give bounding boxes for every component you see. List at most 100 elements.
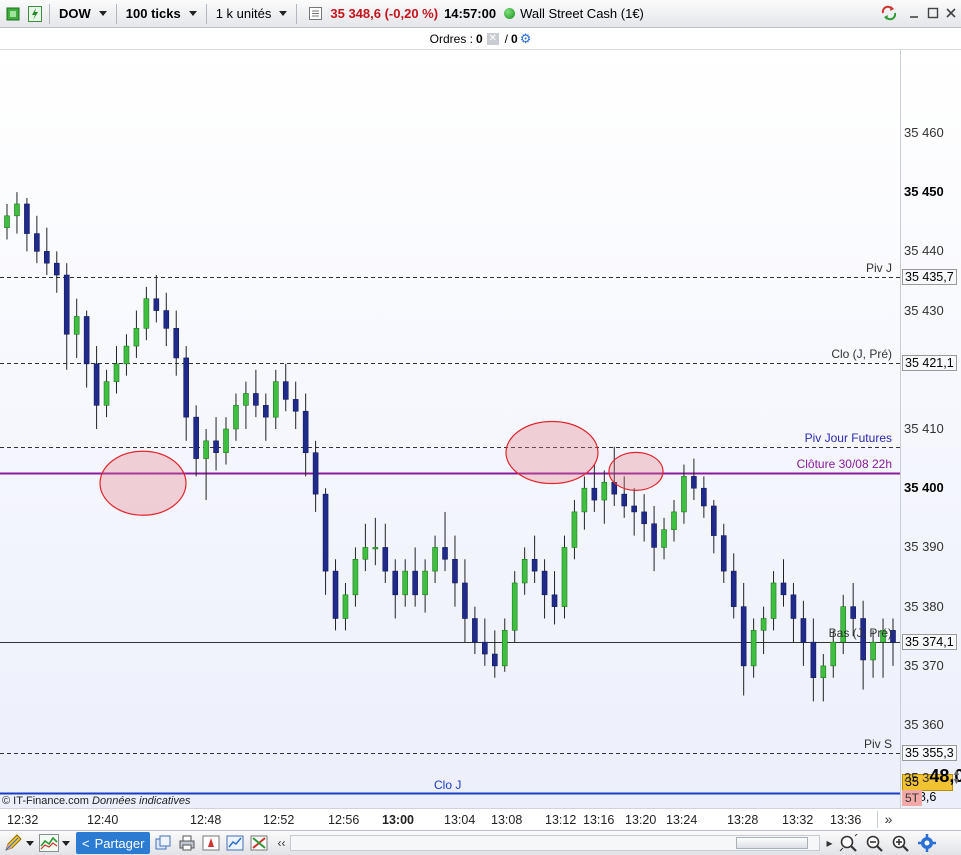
candlestick-chart[interactable] (0, 50, 961, 808)
refresh-icon[interactable] (880, 5, 896, 21)
price-change: 35 348,6 (-0,20 %) (330, 6, 439, 21)
symbol-label: DOW (59, 6, 91, 21)
bull-candle (511, 582, 518, 631)
chevron-down-icon[interactable] (60, 832, 72, 854)
bull-candle (4, 215, 10, 228)
bear-candle (462, 582, 468, 619)
price-axis-separator (900, 50, 901, 808)
bear-candle (720, 535, 727, 572)
interval-select[interactable]: 100 ticks (122, 3, 201, 25)
price-spinner-icon[interactable]: ▲ ▼ (952, 768, 961, 786)
green-lightning-icon[interactable] (26, 5, 44, 23)
close-icon[interactable] (943, 5, 959, 21)
chart-settings-icon[interactable] (914, 832, 940, 854)
order-ticket-icon[interactable] (248, 832, 270, 854)
level-name: Piv S (863, 736, 892, 751)
bear-candle (302, 410, 309, 453)
chevron-down-icon[interactable] (24, 832, 36, 854)
scroll-right-icon[interactable]: ▸ (822, 834, 836, 852)
bull-candle (770, 582, 777, 619)
bear-candle (651, 523, 657, 548)
maximize-icon[interactable] (925, 5, 941, 21)
bear-candle (63, 274, 70, 335)
bear-candle (730, 570, 737, 607)
share-icon: < (82, 835, 90, 851)
price-tick-label: 35 380 (904, 598, 944, 614)
fit-icon[interactable] (836, 832, 862, 854)
price-tick-label: 35 390 (904, 539, 944, 555)
orders-separator: / (504, 31, 509, 46)
scroll-left-icon[interactable]: ‹‹ (274, 834, 288, 852)
bear-candle (482, 641, 488, 655)
bear-candle (621, 493, 628, 507)
price-tick-label: 35 450 (904, 184, 944, 200)
time-tick-label: 13:20 (625, 813, 657, 827)
price-tick-label: 35 410 (904, 421, 944, 436)
scrollbar-thumb[interactable] (736, 837, 809, 849)
interval-label: 100 ticks (125, 6, 181, 21)
minimize-icon[interactable] (906, 5, 922, 21)
bear-candle (282, 381, 289, 400)
bear-candle (452, 558, 458, 584)
time-axis[interactable]: 12:32 12:40 12:48 12:52 12:56 13:00 13:04 13:08… (0, 808, 961, 830)
bottom-toolbar: < Partager ‹‹ ▸ (0, 830, 961, 855)
alert-icon[interactable] (200, 832, 222, 854)
toolbar-separator (49, 3, 50, 24)
chevron-down-icon (98, 11, 107, 16)
bear-candle (412, 570, 418, 596)
indicator-chart-icon[interactable] (38, 832, 60, 854)
bull-candle (372, 547, 379, 550)
share-label: Partager (94, 835, 145, 851)
bear-candle (193, 416, 199, 459)
bull-candle (14, 203, 20, 217)
price-chart[interactable]: 35 460 35 450 35 440 35 430 35 410 35 400 35 3… (0, 50, 961, 808)
bear-candle (800, 618, 807, 643)
gear-icon[interactable]: ⚙ (520, 31, 532, 47)
scroll-to-end-button[interactable]: » (877, 811, 899, 828)
cancel-orders-icon[interactable]: ✕ (486, 32, 499, 45)
units-select[interactable]: 1 k unités (212, 3, 292, 25)
bull-candle (73, 316, 80, 335)
bull-candle (820, 665, 827, 679)
green-square-icon[interactable] (4, 5, 22, 23)
bull-candle (223, 428, 229, 453)
bull-candle (143, 298, 150, 329)
chevron-down-icon (279, 11, 288, 16)
bull-candle (601, 481, 608, 501)
bear-candle (810, 641, 817, 679)
history-scrollbar[interactable] (290, 835, 821, 851)
bear-candle (44, 251, 50, 264)
level-value-box: 35 355,3 (902, 744, 957, 761)
snapshot-icon[interactable] (224, 832, 246, 854)
bull-candle (661, 529, 667, 548)
instrument-name: Wall Street Cash (1€) (520, 6, 644, 21)
time-tick-label: 13:00 (382, 813, 414, 827)
zoom-out-icon[interactable] (862, 832, 888, 854)
market-open-icon (504, 8, 516, 19)
bull-candle (521, 558, 528, 584)
share-button[interactable]: < Partager (76, 832, 151, 854)
zoom-in-icon[interactable] (888, 832, 914, 854)
price-tick-label: 35 460 (904, 124, 944, 140)
bull-candle (133, 328, 140, 347)
bear-candle (740, 606, 747, 667)
drawing-pencil-icon[interactable] (2, 832, 24, 854)
current-price-prefix: 35 3 (904, 770, 930, 785)
copy-window-icon[interactable] (152, 832, 174, 854)
time-tick-label: 13:28 (727, 813, 759, 827)
symbol-select[interactable]: DOW (55, 3, 111, 25)
bull-candle (432, 547, 438, 572)
print-icon[interactable] (176, 832, 198, 854)
bear-candle (163, 310, 170, 329)
level-name: Piv J (865, 260, 892, 275)
instrument-info-icon[interactable] (306, 5, 324, 23)
bull-candle (830, 641, 837, 667)
bull-candle (422, 570, 428, 596)
bull-candle (760, 618, 767, 631)
bear-candle (93, 363, 100, 406)
bear-candle (253, 393, 259, 406)
units-label: 1 k unités (215, 6, 272, 21)
bear-candle (53, 262, 60, 276)
bull-candle (113, 363, 120, 382)
bull-candle (342, 594, 349, 619)
